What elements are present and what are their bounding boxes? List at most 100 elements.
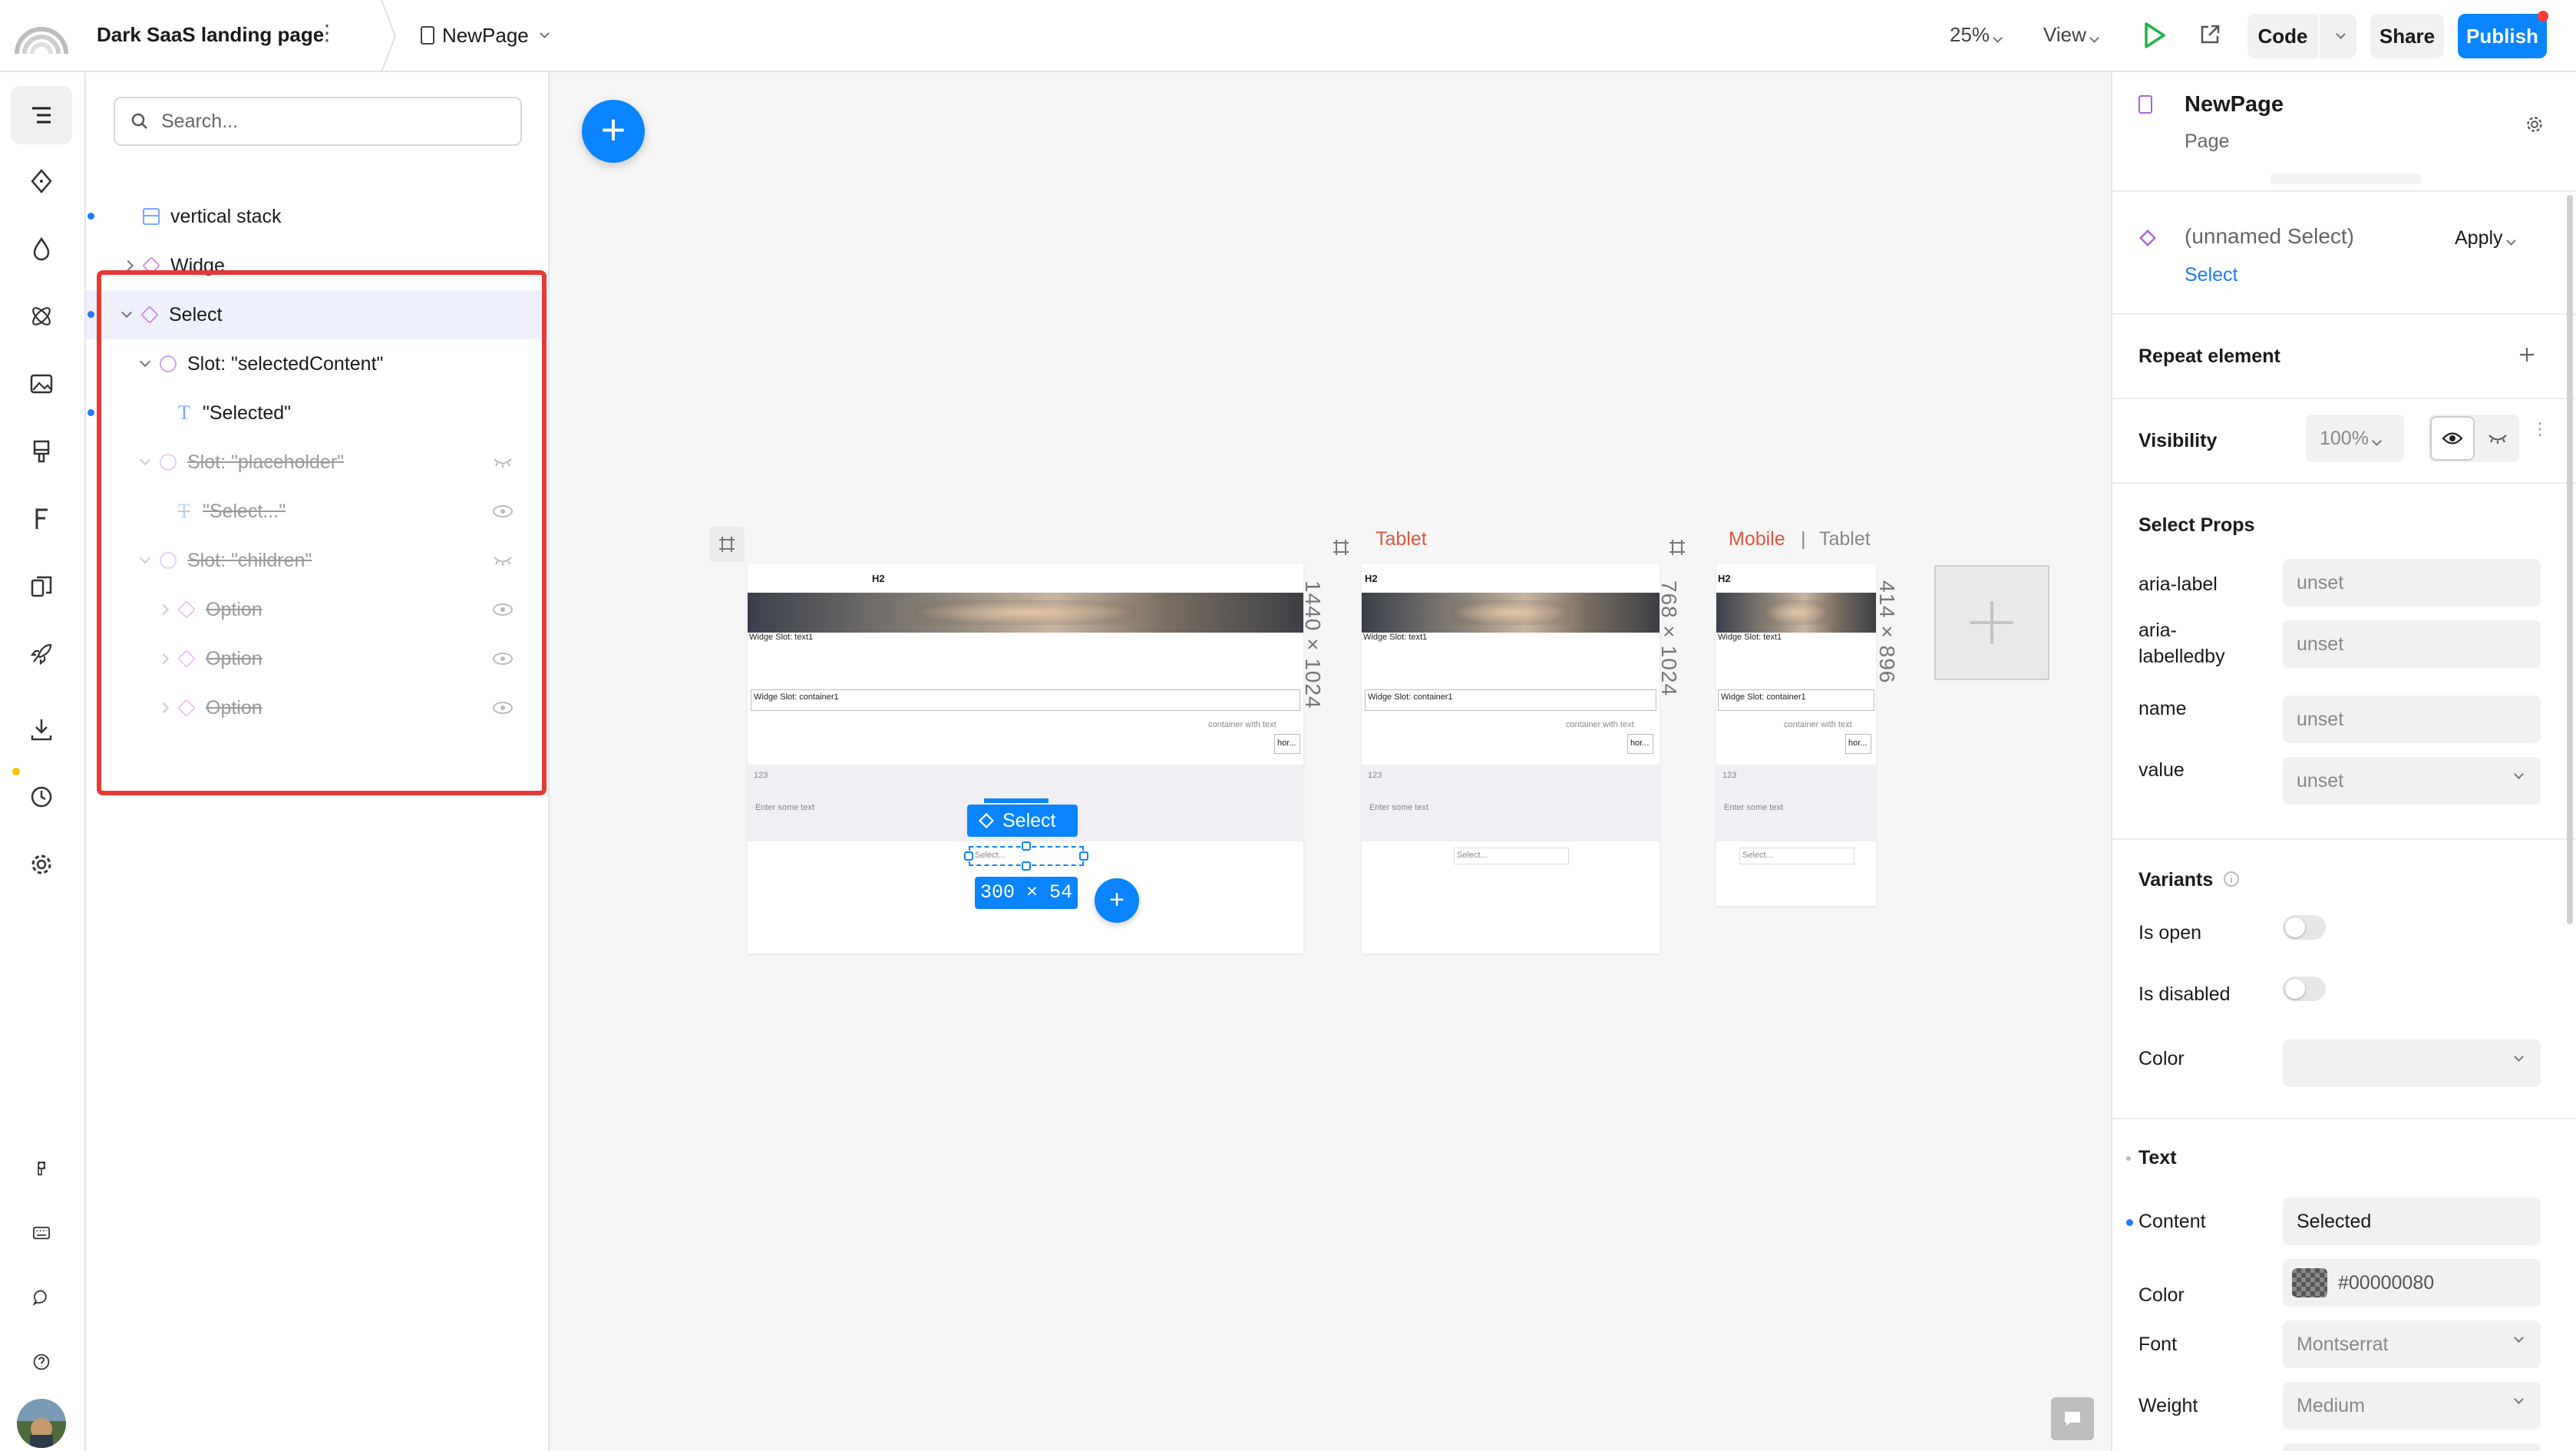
resize-handle[interactable] xyxy=(964,851,973,861)
visibility-eye-icon[interactable] xyxy=(493,603,513,616)
images-icon[interactable] xyxy=(11,355,72,413)
publish-button[interactable]: Publish xyxy=(2458,14,2547,58)
apply-dropdown[interactable]: Apply xyxy=(2455,227,2516,250)
project-menu-icon[interactable]: ⋮ xyxy=(316,20,338,45)
tablet-label[interactable]: Tablet xyxy=(1376,528,1427,550)
visibility-eye-icon[interactable] xyxy=(493,505,513,517)
insert-add-button[interactable]: + xyxy=(582,100,645,163)
mobile-tablet-label[interactable]: Tablet xyxy=(1819,528,1871,550)
visibility-eye-icon[interactable] xyxy=(493,653,513,665)
share-button[interactable]: Share xyxy=(2370,14,2444,58)
search-input[interactable] xyxy=(161,110,499,133)
launch-rocket-icon[interactable] xyxy=(11,625,72,683)
frame-artboard-icon[interactable] xyxy=(1660,530,1695,565)
text-color-field[interactable]: #00000080 xyxy=(2283,1259,2541,1307)
mixins-atom-icon[interactable] xyxy=(11,287,72,345)
insert-after-button[interactable]: + xyxy=(1095,878,1139,923)
hidden-eye-icon[interactable] xyxy=(493,457,513,468)
frame-artboard-icon[interactable] xyxy=(1323,530,1359,565)
tree-item-text-select-placeholder[interactable]: T "Select..." xyxy=(86,487,550,536)
tokens-droplet-icon[interactable] xyxy=(11,220,72,278)
info-icon[interactable] xyxy=(2223,871,2240,887)
selection-tag[interactable]: Select xyxy=(967,805,1078,837)
keyboard-icon[interactable] xyxy=(11,1204,72,1262)
panel-scrollbar[interactable] xyxy=(2567,195,2573,924)
aria-label-input[interactable]: unset xyxy=(2283,559,2541,607)
aria-labelledby-input[interactable]: unset xyxy=(2283,620,2541,668)
chat-bubble-icon[interactable] xyxy=(11,1268,72,1327)
chevron-down-icon[interactable] xyxy=(139,552,151,564)
tree-item-widge[interactable]: Widge xyxy=(86,241,550,290)
chevron-right-icon[interactable] xyxy=(122,259,134,272)
resize-handle[interactable] xyxy=(1022,841,1031,851)
page-settings-gear-icon[interactable] xyxy=(2524,114,2545,135)
hidden-eye-icon[interactable] xyxy=(2481,427,2515,450)
chevron-down-icon[interactable] xyxy=(121,306,133,319)
view-dropdown[interactable]: View xyxy=(2043,23,2099,47)
import-download-icon[interactable] xyxy=(11,700,72,759)
tree-item-vertical-stack[interactable]: vertical stack xyxy=(86,192,550,241)
value-dropdown[interactable]: unset xyxy=(2283,757,2541,805)
chevron-down-icon[interactable] xyxy=(139,355,151,368)
next-field[interactable] xyxy=(2283,1443,2541,1451)
weight-dropdown[interactable]: Medium xyxy=(2283,1382,2541,1430)
styles-brush-icon[interactable] xyxy=(11,422,72,481)
content-input[interactable]: Selected xyxy=(2283,1198,2541,1245)
chevron-down-icon[interactable] xyxy=(139,454,151,466)
tree-item-option[interactable]: Option xyxy=(86,683,550,732)
page-selector[interactable]: NewPage xyxy=(421,21,550,49)
frame-artboard-icon[interactable] xyxy=(709,527,745,562)
fonts-icon[interactable] xyxy=(11,490,72,548)
chevron-right-icon[interactable] xyxy=(157,603,170,616)
tree-item-text-selected[interactable]: T "Selected" xyxy=(86,388,550,438)
visible-eye-icon[interactable] xyxy=(2430,416,2475,461)
comment-button[interactable] xyxy=(2051,1397,2094,1440)
mobile-label[interactable]: Mobile xyxy=(1729,528,1785,550)
tree-item-option[interactable]: Option xyxy=(86,634,550,683)
outline-tab-icon[interactable] xyxy=(11,86,72,144)
tree-item-slot-selectedcontent[interactable]: Slot: "selectedContent" xyxy=(86,339,550,388)
component-name[interactable]: (unnamed Select) xyxy=(2185,224,2354,249)
user-avatar[interactable] xyxy=(11,1394,72,1451)
add-breakpoint-button[interactable] xyxy=(1934,565,2049,680)
color-swatch[interactable] xyxy=(2292,1268,2327,1297)
collapse-handle[interactable] xyxy=(2271,174,2421,184)
layer-search[interactable] xyxy=(114,97,522,146)
add-plus-icon[interactable] xyxy=(2518,345,2536,364)
chevron-right-icon[interactable] xyxy=(157,702,170,714)
canvas[interactable]: + H2 Widge Slot: text1 Widge Slot: conta… xyxy=(550,72,2111,1451)
plasmic-logo-icon[interactable] xyxy=(11,14,72,60)
tree-item-select[interactable]: Select xyxy=(86,290,550,339)
mobile-artboard[interactable]: H2 Widge Slot: text1 Widge Slot: contain… xyxy=(1716,564,1876,906)
tablet-artboard[interactable]: H2 Widge Slot: text1 Widge Slot: contain… xyxy=(1362,564,1660,954)
settings-gear-icon[interactable] xyxy=(11,835,72,894)
visibility-eye-icon[interactable] xyxy=(493,702,513,714)
history-clock-icon[interactable] xyxy=(11,768,72,826)
color-variant-dropdown[interactable] xyxy=(2283,1039,2541,1087)
is-open-toggle[interactable] xyxy=(2283,915,2326,940)
chevron-right-icon[interactable] xyxy=(157,653,170,665)
preview-play-icon[interactable] xyxy=(2143,21,2166,49)
component-type-link[interactable]: Select xyxy=(2185,264,2237,286)
opacity-dropdown[interactable]: 100% xyxy=(2306,415,2404,462)
tree-item-slot-placeholder[interactable]: Slot: "placeholder" xyxy=(86,438,550,487)
open-external-icon[interactable] xyxy=(2198,23,2221,46)
tree-item-option[interactable]: Option xyxy=(86,585,550,634)
name-input[interactable]: unset xyxy=(2283,696,2541,743)
tree-item-slot-children[interactable]: Slot: "children" xyxy=(86,536,550,585)
resize-handle[interactable] xyxy=(1022,861,1031,871)
hidden-eye-icon[interactable] xyxy=(493,555,513,566)
slot-text: Widge Slot: text1 xyxy=(1718,633,1782,642)
font-dropdown[interactable]: Montserrat xyxy=(2283,1320,2541,1368)
components-tab-icon[interactable] xyxy=(11,152,72,210)
code-button[interactable]: Code xyxy=(2247,14,2356,58)
project-title[interactable]: Dark SaaS landing page xyxy=(97,23,324,47)
more-options-icon[interactable]: ⋮ xyxy=(2531,421,2548,438)
code-dropdown-chevron-icon[interactable] xyxy=(2320,14,2356,58)
resize-handle[interactable] xyxy=(1079,851,1088,861)
responsiveness-icon[interactable] xyxy=(11,557,72,616)
zoom-dropdown[interactable]: 25% xyxy=(1950,23,2003,47)
figma-icon[interactable] xyxy=(11,1139,72,1198)
help-icon[interactable] xyxy=(11,1333,72,1391)
is-disabled-toggle[interactable] xyxy=(2283,977,2326,1001)
